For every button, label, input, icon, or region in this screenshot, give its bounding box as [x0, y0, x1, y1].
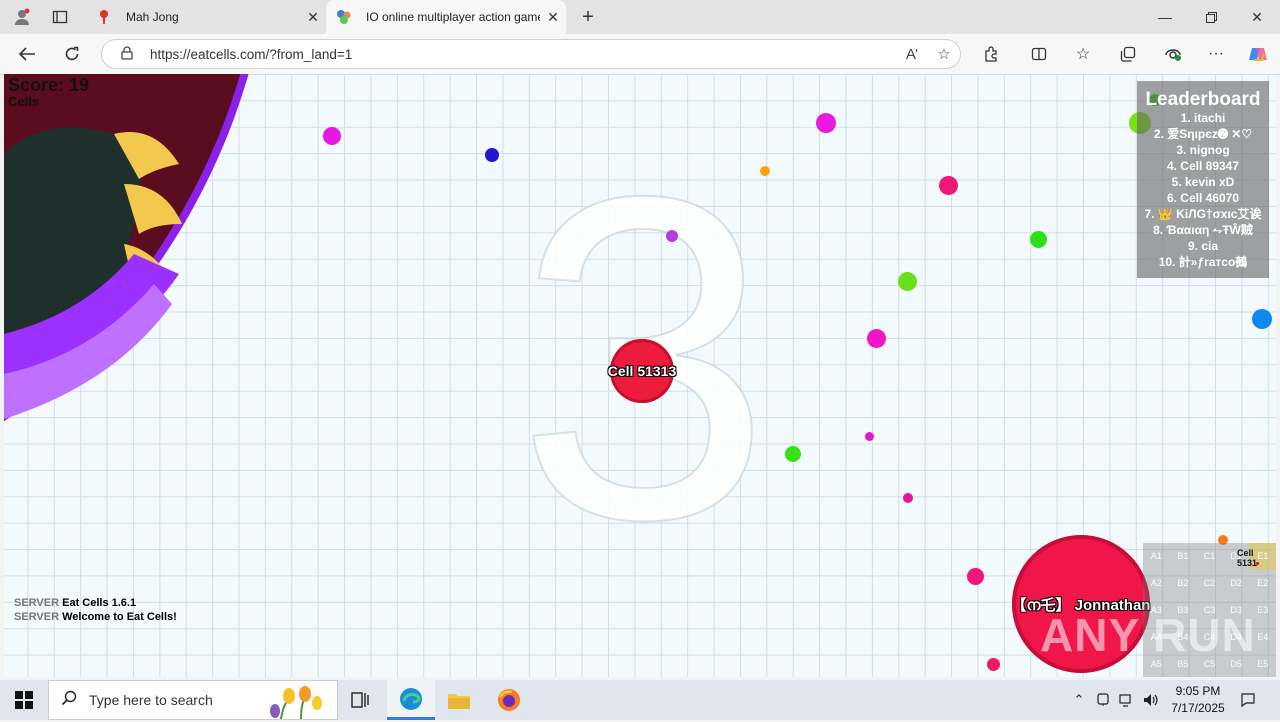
tab-strip: Mah Jong ✕ IO online multiplayer action … [0, 0, 1280, 34]
minimap-cell: C2 [1203, 578, 1216, 589]
chat-text: Welcome to Eat Cells! [62, 611, 177, 623]
refresh-icon[interactable] [57, 39, 87, 69]
lock-icon[interactable] [118, 45, 136, 63]
minimap-player-label: Cell 5131 [1237, 548, 1258, 568]
chat-sender: SERVER [14, 611, 60, 623]
back-arrow-icon[interactable] [12, 39, 42, 69]
tab-title: Mah Jong [126, 10, 179, 24]
url-text[interactable]: https://eatcells.com/?from_land=1 [150, 47, 896, 62]
food-pellet [987, 658, 1000, 671]
skinned-cell [4, 74, 249, 422]
split-screen-icon[interactable] [1024, 39, 1054, 69]
restore-icon[interactable] [1188, 0, 1234, 34]
taskbar-search[interactable]: Type here to search [48, 680, 338, 720]
address-bar[interactable]: https://eatcells.com/?from_land=1 A’ ☆ [101, 39, 961, 69]
favorite-star-icon[interactable]: ☆ [928, 45, 960, 63]
notifications-icon[interactable] [1236, 680, 1260, 720]
chat-message: SERVER Welcome to Eat Cells! [14, 610, 177, 624]
tulips-icon [261, 685, 333, 722]
chat-message: SERVER Eat Cells 1.6.1 [14, 596, 177, 610]
search-placeholder: Type here to search [89, 692, 213, 708]
leaderboard-entry: 7. 👑 KiЛG†σxιc艾诶 [1144, 207, 1262, 221]
minimap-cell: E2 [1257, 578, 1269, 589]
food-pellet [485, 148, 499, 162]
volume-icon[interactable] [1140, 680, 1162, 720]
leaderboard-entry: 4. Cell 89347 [1166, 159, 1240, 173]
chat-sender: SERVER [14, 597, 60, 609]
food-pellet [666, 230, 678, 242]
leaderboard-entry: 9. cia [1187, 239, 1219, 253]
minimap-cell: A2 [1150, 578, 1162, 589]
task-view-icon[interactable] [336, 680, 384, 720]
leaderboard-entry: 3. nignog [1176, 143, 1230, 157]
food-pellet [967, 568, 984, 585]
anyrun-watermark: ANY RUN [1040, 609, 1256, 661]
read-aloud-icon[interactable]: A’ [896, 46, 928, 63]
minimap-player-dot [1256, 562, 1259, 565]
pin-icon [96, 9, 112, 25]
leaderboard-entry: 6. Cell 46070 [1166, 191, 1240, 205]
food-pellet [898, 272, 917, 291]
tab-title: IO online multiplayer action game [366, 10, 540, 24]
clock-date: 7/17/2025 [1171, 701, 1225, 715]
edge-browser-icon[interactable] [387, 680, 435, 720]
minimap-cell: D2 [1230, 578, 1242, 589]
more-menu-icon[interactable]: ··· [1201, 39, 1231, 69]
windows-start-icon[interactable] [0, 680, 48, 720]
new-tab-icon[interactable]: + [574, 4, 602, 30]
minimap-cell: B2 [1177, 578, 1189, 589]
tray-overflow-icon[interactable]: ⌃ [1068, 680, 1090, 720]
chat-log: SERVER Eat Cells 1.6.1 SERVER Welcome to… [14, 596, 177, 624]
network-icon[interactable] [1116, 680, 1138, 720]
game-favicon-icon [336, 9, 352, 25]
leaderboard-entry: 8. Ɓααιαη ⥊ŦŴ贼 [1153, 223, 1253, 237]
minimap-cell: B1 [1177, 551, 1189, 562]
food-pellet [867, 329, 886, 348]
minimap-cell: A1 [1150, 551, 1162, 562]
clock-time: 9:05 PM [1175, 684, 1221, 698]
copilot-icon[interactable] [1243, 39, 1273, 69]
cells-count-text: Cells [8, 94, 40, 109]
leaderboard-entry: 10. 計»ƒraтco鵺 [1158, 255, 1248, 269]
taskbar: Type here to search ⌃ 9:05 PM 7/17/2025 [0, 680, 1280, 720]
system-clock[interactable]: 9:05 PM 7/17/2025 [1160, 683, 1236, 717]
food-pellet [760, 166, 770, 176]
search-icon [49, 690, 89, 711]
game-canvas[interactable]: 3 Score: 19 Cells Cell 51313 【ന乇】 Jonnat… [4, 74, 1276, 677]
device-icon[interactable] [1092, 680, 1114, 720]
leaderboard-title: Leaderboard [1145, 89, 1261, 110]
player-cell-label: Cell 51313 [607, 363, 677, 379]
leaderboard-entry: 1. itachi [1180, 111, 1226, 125]
food-pellet [816, 113, 836, 133]
close-tab-icon[interactable]: ✕ [300, 9, 326, 26]
leaderboard-panel: Leaderboard 1. itachi 2. 爱Sηιpєz➋ ✕♡ 3. … [1137, 81, 1269, 278]
food-pellet [785, 446, 801, 462]
file-explorer-icon[interactable] [435, 680, 483, 720]
food-pellet [903, 493, 913, 503]
collections-icon[interactable] [1113, 39, 1143, 69]
score-text: Score: 19 [8, 75, 90, 95]
food-pellet [1252, 309, 1272, 329]
tab-eatcells[interactable]: IO online multiplayer action game ✕ [326, 0, 566, 34]
close-tab-icon[interactable]: ✕ [540, 9, 566, 26]
minimap-cell: C1 [1203, 551, 1216, 562]
address-toolbar: https://eatcells.com/?from_land=1 A’ ☆ ☆… [0, 34, 1280, 75]
firefox-icon[interactable] [485, 680, 533, 720]
food-pellet [865, 432, 874, 441]
leaderboard-entry: 5. kevin xD [1171, 175, 1235, 189]
extensions-icon[interactable] [976, 39, 1006, 69]
favorites-icon[interactable]: ☆ [1068, 39, 1098, 69]
food-pellet [323, 127, 341, 145]
food-pellet [939, 176, 958, 195]
profile-icon[interactable] [10, 6, 34, 28]
player-cell: Cell 51313 [607, 339, 677, 403]
tab-mahjong[interactable]: Mah Jong ✕ [86, 0, 326, 34]
minimize-icon[interactable]: — [1142, 0, 1188, 34]
leaderboard-entry: 2. 爱Sηιpєz➋ ✕♡ [1153, 127, 1253, 141]
chat-text: Eat Cells 1.6.1 [62, 597, 137, 609]
browser-essentials-icon[interactable] [1158, 39, 1188, 69]
tab-actions-icon[interactable] [48, 6, 72, 28]
food-pellet [1030, 231, 1047, 248]
close-window-icon[interactable]: ✕ [1234, 0, 1280, 34]
